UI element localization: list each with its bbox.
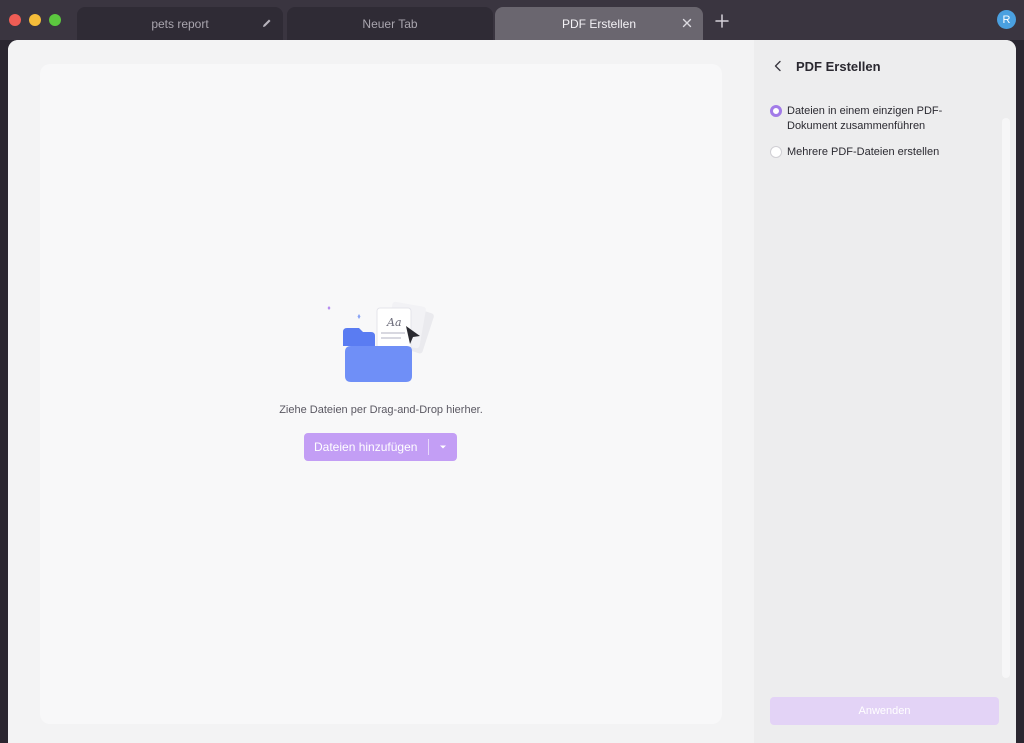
close-icon[interactable]	[681, 17, 693, 29]
window-close-button[interactable]	[9, 14, 21, 26]
add-files-label: Dateien hinzufügen	[314, 440, 418, 454]
option-label-line1: Dateien in einem einzigen PDF-	[787, 105, 943, 117]
radio-selected[interactable]	[770, 105, 782, 117]
window-minimize-button[interactable]	[29, 14, 41, 26]
tab-label: Neuer Tab	[362, 16, 418, 31]
folder-documents-illustration: Aa	[327, 301, 434, 382]
tab-pdf-erstellen[interactable]: PDF Erstellen	[495, 7, 703, 40]
plus-icon[interactable]	[714, 13, 730, 29]
option-label-line2: Dokument zusammenführen	[787, 120, 926, 132]
svg-text:Aa: Aa	[386, 316, 402, 329]
main-window: Aa Ziehe Dateien per Drag-and-Drop hierh…	[8, 40, 1016, 743]
chevron-left-icon[interactable]	[772, 60, 784, 72]
panel-title: PDF Erstellen	[796, 58, 881, 74]
drop-zone[interactable]: Aa Ziehe Dateien per Drag-and-Drop hierh…	[40, 64, 722, 724]
option-label: Mehrere PDF-Dateien erstellen	[787, 146, 940, 158]
add-files-button[interactable]: Dateien hinzufügen	[304, 433, 457, 461]
tab-pets-report[interactable]: pets report	[77, 7, 283, 40]
panel-scrollbar[interactable]	[1002, 118, 1010, 678]
apply-button[interactable]: Anwenden	[770, 697, 999, 725]
drop-hint-text: Ziehe Dateien per Drag-and-Drop hierher.	[279, 404, 483, 416]
avatar[interactable]: R	[997, 10, 1016, 29]
option-merge-single-pdf[interactable]: Dateien in einem einzigen PDF- Dokument …	[770, 104, 990, 134]
window-maximize-button[interactable]	[49, 14, 61, 26]
settings-panel: PDF Erstellen Dateien in einem einzigen …	[754, 40, 1016, 743]
add-files-dropdown[interactable]	[429, 444, 457, 450]
option-multiple-pdfs[interactable]: Mehrere PDF-Dateien erstellen	[770, 145, 990, 160]
title-bar: pets report Neuer Tab PDF Erstellen R	[0, 0, 1024, 40]
option-label: Dateien in einem einzigen PDF- Dokument …	[787, 104, 942, 134]
tab-neuer-tab[interactable]: Neuer Tab	[287, 7, 493, 40]
radio-unselected[interactable]	[770, 146, 782, 158]
tab-label: pets report	[151, 16, 209, 31]
content-area: Aa Ziehe Dateien per Drag-and-Drop hierh…	[8, 40, 754, 743]
pencil-icon[interactable]	[261, 17, 273, 29]
tab-label: PDF Erstellen	[561, 16, 637, 31]
chevron-down-icon	[440, 445, 446, 449]
panel-header: PDF Erstellen	[772, 56, 881, 76]
